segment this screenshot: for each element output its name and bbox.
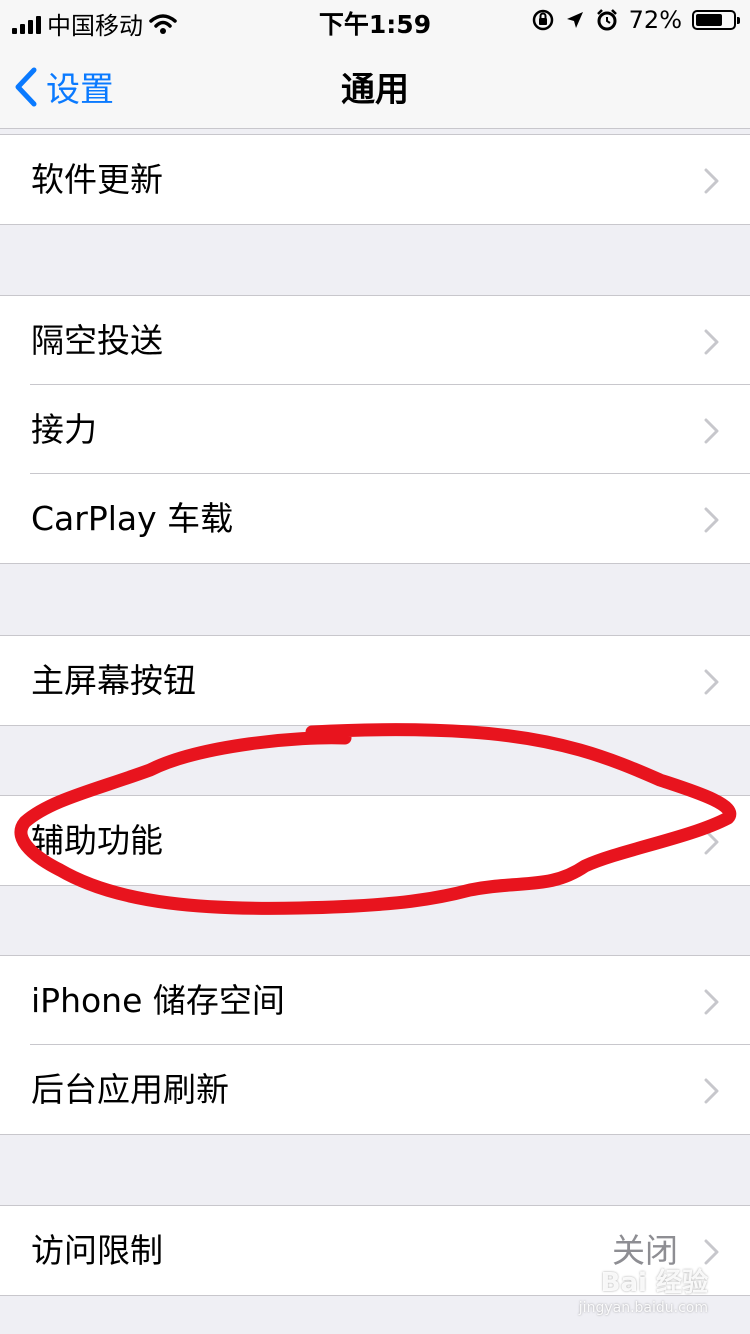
chevron-right-icon	[704, 829, 719, 855]
status-right: 72%	[531, 6, 740, 34]
chevron-right-icon	[704, 507, 719, 533]
row-label: 访问限制	[31, 1231, 163, 1270]
group-software-update: 软件更新	[0, 134, 750, 225]
row-software-update[interactable]: 软件更新	[0, 135, 750, 224]
row-home-button[interactable]: 主屏幕按钮	[0, 636, 750, 725]
group-accessibility: 辅助功能	[0, 795, 750, 886]
watermark-logo: Bai 经验	[600, 1268, 708, 1298]
location-icon	[566, 12, 583, 28]
chevron-right-icon	[704, 989, 719, 1015]
group-storage: iPhone 储存空间 后台应用刷新	[0, 955, 750, 1135]
rotation-lock-icon	[532, 9, 553, 31]
chevron-right-icon	[704, 1078, 719, 1104]
row-label: 接力	[31, 410, 97, 449]
row-airdrop[interactable]: 隔空投送	[0, 296, 750, 385]
row-carplay[interactable]: CarPlay 车载	[0, 473, 750, 563]
row-label: CarPlay 车载	[31, 499, 234, 538]
row-accessibility[interactable]: 辅助功能	[0, 796, 750, 885]
group-continuity: 隔空投送 接力 CarPlay 车载	[0, 295, 750, 564]
chevron-right-icon	[704, 168, 719, 194]
watermark-url: jingyan.baidu.com	[578, 1300, 708, 1316]
row-background-refresh[interactable]: 后台应用刷新	[0, 1044, 750, 1134]
chevron-right-icon	[704, 669, 719, 695]
chevron-right-icon	[704, 418, 719, 444]
page-title: 通用	[341, 70, 409, 110]
battery-percent: 72%	[628, 6, 682, 34]
row-label: 辅助功能	[31, 821, 163, 860]
row-label: 主屏幕按钮	[31, 661, 196, 700]
battery-icon	[692, 10, 740, 30]
chevron-right-icon	[704, 329, 719, 355]
group-home-button: 主屏幕按钮	[0, 635, 750, 726]
row-iphone-storage[interactable]: iPhone 储存空间	[0, 956, 750, 1045]
status-bar: 中国移动 下午1:59 72%	[0, 0, 750, 40]
row-handoff[interactable]: 接力	[0, 384, 750, 474]
row-label: 软件更新	[31, 160, 163, 199]
row-label: 后台应用刷新	[31, 1070, 229, 1109]
row-label: 隔空投送	[31, 321, 163, 360]
navigation-bar: 设置 通用	[0, 40, 750, 129]
row-label: iPhone 储存空间	[31, 981, 285, 1020]
alarm-icon	[596, 9, 617, 31]
battery-fill	[696, 14, 722, 26]
